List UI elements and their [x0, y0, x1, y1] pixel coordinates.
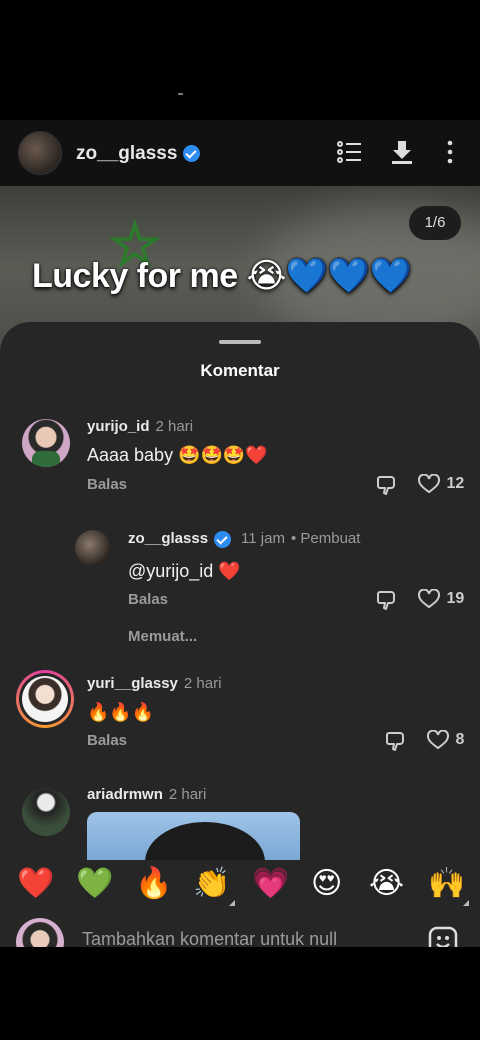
status-dot [178, 93, 183, 95]
comment-username[interactable]: ariadrmwn 2 hari [87, 786, 206, 803]
like-button[interactable]: 12 [418, 473, 465, 494]
comment-username-label: yuri__glassy [87, 675, 178, 692]
creator-label: • Pembuat [290, 530, 361, 547]
comment-image[interactable] [87, 812, 300, 860]
comment-username-label: ariadrmwn [87, 786, 163, 803]
verified-badge-icon [183, 145, 201, 163]
emoji-raised-hands-button[interactable]: 🙌 [428, 866, 465, 901]
more-options-icon[interactable] [446, 140, 454, 164]
sheet-drag-handle[interactable] [219, 340, 261, 344]
emoji-fire-button[interactable]: 🔥 [135, 866, 172, 901]
reply-username-label: zo__glasss [128, 530, 209, 547]
download-icon[interactable] [390, 139, 414, 165]
story-ring[interactable] [16, 670, 74, 728]
dislike-icon[interactable] [376, 589, 398, 616]
reply-button[interactable]: Balas [128, 591, 168, 608]
emoji-heart-eyes-button[interactable]: 😍 [311, 866, 342, 901]
comment-time: 2 hari [183, 675, 222, 692]
heart-icon [418, 588, 440, 609]
author-username[interactable]: zo__glasss [76, 143, 201, 165]
like-button[interactable]: 8 [427, 729, 465, 750]
author-username-label: zo__glasss [76, 143, 178, 164]
comment-time: 2 hari [155, 418, 194, 435]
list-icon[interactable] [336, 139, 362, 165]
comment-avatar[interactable] [22, 788, 70, 836]
emoji-heart-button[interactable]: ❤️ [17, 866, 54, 901]
verified-badge-icon [214, 530, 232, 548]
skin-tone-indicator-icon [463, 900, 469, 906]
emoji-clap-button[interactable]: 👏 [193, 866, 230, 901]
comment-username[interactable]: yurijo_id 2 hari [87, 418, 193, 435]
author-avatar[interactable] [18, 131, 62, 175]
emoji-picker-icon[interactable] [428, 926, 458, 947]
comment-text: 🔥🔥🔥 [87, 702, 155, 722]
comment-username-label: yurijo_id [87, 418, 150, 435]
comment-text: Aaaa baby 🤩🤩🤩❤️ [87, 445, 268, 465]
emoji-pink-heart-button[interactable]: 💗 [252, 866, 289, 901]
reply-username[interactable]: zo__glasss 11 jam • Pembuat [128, 530, 360, 548]
sheet-title: Komentar [200, 361, 280, 380]
like-count: 12 [446, 475, 465, 492]
comment-username[interactable]: yuri__glassy 2 hari [87, 675, 221, 692]
like-count: 19 [446, 590, 465, 607]
dislike-icon[interactable] [385, 730, 407, 757]
dislike-icon[interactable] [376, 474, 398, 501]
quick-emoji-bar [0, 860, 480, 912]
emoji-green-heart-button[interactable]: 💚 [76, 866, 113, 901]
my-avatar [16, 918, 64, 947]
emoji-crying-button[interactable]: 😭 [369, 866, 404, 901]
reply-time: 11 jam [241, 530, 285, 547]
heart-icon [427, 729, 449, 750]
reply-avatar[interactable] [75, 530, 111, 566]
comment-avatar[interactable] [22, 419, 70, 467]
reply-text: @yurijo_id ❤️ [128, 561, 241, 581]
skin-tone-indicator-icon [229, 900, 235, 906]
image-pager: 1/6 [409, 206, 461, 240]
comment-avatar [19, 673, 71, 725]
load-more-replies[interactable]: Memuat... [128, 628, 197, 645]
post-caption: Lucky for me 😭💙💙💙 [32, 257, 412, 295]
comment-input[interactable]: Tambahkan komentar untuk null [82, 929, 337, 950]
like-count: 8 [455, 731, 465, 748]
reply-button[interactable]: Balas [87, 476, 127, 493]
comment-time: 2 hari [168, 786, 207, 803]
like-button[interactable]: 19 [418, 588, 465, 609]
reply-button[interactable]: Balas [87, 732, 127, 749]
heart-icon [418, 473, 440, 494]
